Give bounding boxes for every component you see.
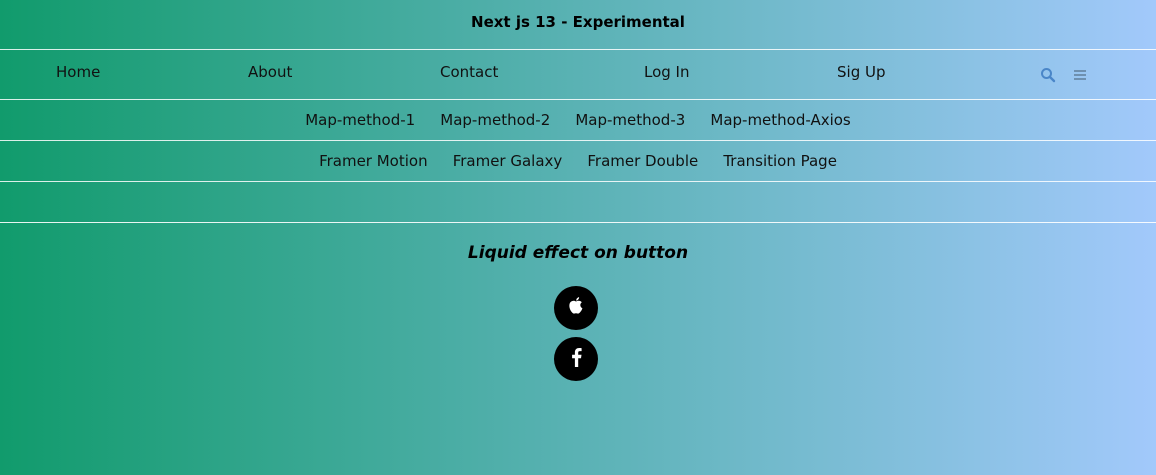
top-title-bar: Next js 13 - Experimental [0, 0, 1156, 50]
liquid-effect-heading: Liquid effect on button [467, 243, 689, 263]
nav-link-login[interactable]: Log In [644, 63, 690, 81]
nav-link-about[interactable]: About [248, 63, 292, 81]
apple-icon [566, 295, 586, 321]
facebook-button[interactable] [554, 337, 598, 381]
nav-link-framer-double[interactable]: Framer Double [587, 152, 698, 170]
facebook-icon [569, 346, 583, 372]
nav-link-map-method-axios[interactable]: Map-method-Axios [710, 111, 850, 129]
nav-link-home[interactable]: Home [56, 63, 100, 81]
main-nav: Home About Contact Log In Sig Up [0, 50, 1156, 100]
apple-button[interactable] [554, 286, 598, 330]
nav-link-map-method-1[interactable]: Map-method-1 [305, 111, 415, 129]
nav-link-framer-motion[interactable]: Framer Motion [319, 152, 428, 170]
framer-nav: Framer Motion Framer Galaxy Framer Doubl… [0, 141, 1156, 182]
nav-link-transition-page[interactable]: Transition Page [723, 152, 837, 170]
nav-link-map-method-3[interactable]: Map-method-3 [575, 111, 685, 129]
nav-link-contact[interactable]: Contact [440, 63, 498, 81]
search-icon[interactable] [1039, 66, 1057, 84]
nav-link-framer-galaxy[interactable]: Framer Galaxy [453, 152, 563, 170]
nav-link-map-method-2[interactable]: Map-method-2 [440, 111, 550, 129]
page-title: Next js 13 - Experimental [471, 13, 685, 31]
map-methods-nav: Map-method-1 Map-method-2 Map-method-3 M… [0, 100, 1156, 141]
empty-nav-row [0, 182, 1156, 223]
nav-link-signup[interactable]: Sig Up [837, 63, 885, 81]
menu-icon[interactable] [1071, 66, 1089, 84]
